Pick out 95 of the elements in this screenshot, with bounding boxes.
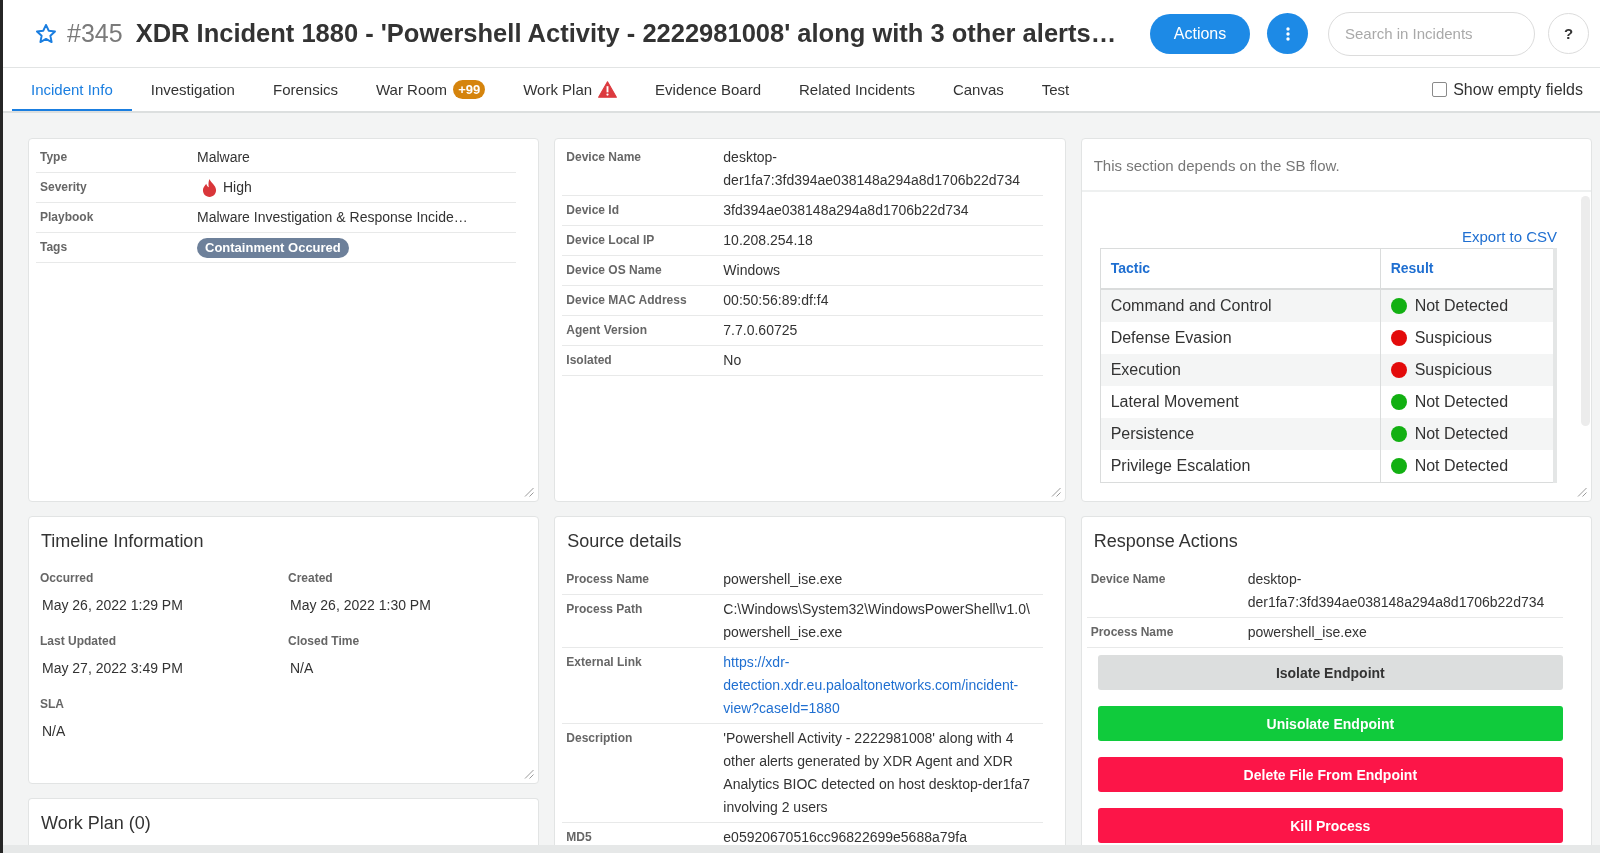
result-text: Not Detected <box>1414 296 1509 315</box>
field-value: 'Powershell Activity - 2222981008' along with 4 other alerts generated by XDR Agent and XDR Analytics BIOC detected on host desktop-der1fa7 involving 2 users <box>723 729 1031 817</box>
field-value: powershell_ise.exe <box>1247 623 1368 642</box>
more-button[interactable] <box>1267 13 1308 54</box>
result-text: Not Detected <box>1414 456 1509 475</box>
help-button[interactable]: ? <box>1548 13 1589 54</box>
tab[interactable]: Forensics <box>253 68 357 111</box>
field-value: 00:50:56:89:df:f4 <box>723 291 830 310</box>
table-cell: Defense Evasion <box>1100 321 1381 354</box>
field-value: 3fd394ae038148a294a8d1706b22d734 <box>723 201 970 220</box>
column-header[interactable]: Result <box>1380 248 1555 289</box>
field-value: C:\Windows\System32\WindowsPowerShell\v1.0\powershell_ise.exe <box>723 600 1031 642</box>
action-button[interactable]: Isolate Endpoint <box>1097 655 1563 690</box>
star-icon[interactable] <box>36 24 56 43</box>
export-csv-link[interactable]: Export to CSV <box>1461 228 1557 246</box>
severity-value: High <box>223 178 252 197</box>
field-value: powershell_ise.exe <box>723 570 844 589</box>
table-cell: Command and Control <box>1100 288 1381 322</box>
search-field[interactable]: Search in Incidents <box>1328 11 1535 56</box>
field-label: Process Path <box>566 601 644 618</box>
scrollbar[interactable] <box>1581 196 1590 426</box>
field-value: May 26, 2022 1:30 PM <box>289 596 432 615</box>
tab[interactable]: Test <box>1022 68 1089 111</box>
table-cell: Persistence <box>1100 417 1381 450</box>
tab[interactable]: Evidence Board <box>636 68 780 111</box>
field-value: e05920670516cc96822699e5688a79fa <box>723 828 968 845</box>
section-note: This section depends on the SB flow. <box>1093 157 1340 174</box>
actions-button[interactable]: Actions <box>1150 13 1250 54</box>
field-value: desktop-der1fa7:3fd394ae038148a294a8d1706b22d734 <box>1247 570 1546 612</box>
checkbox-label[interactable]: Show empty fields <box>1453 80 1583 99</box>
field-label: Device OS Name <box>566 262 663 279</box>
three-dots-icon <box>1285 26 1290 41</box>
field-label: Tags <box>40 239 69 256</box>
card-title: Response Actions <box>1092 530 1239 553</box>
tag: Containment Occured <box>197 237 349 258</box>
field-label: Device MAC Address <box>566 292 688 309</box>
resize-handle-icon[interactable] <box>1050 487 1061 497</box>
field-label: Closed Time <box>288 633 361 650</box>
action-button[interactable]: Kill Process <box>1097 808 1563 843</box>
tab[interactable]: Work Plan <box>504 68 637 111</box>
field-value: May 27, 2022 3:49 PM <box>41 659 184 678</box>
result-text: Not Detected <box>1414 424 1509 443</box>
resize-handle-icon[interactable] <box>524 769 535 779</box>
field-value: 10.208.254.18 <box>723 231 814 250</box>
incident-number: #345 <box>67 19 123 48</box>
card-title: Work Plan (0) <box>40 812 152 835</box>
field-label: Created <box>288 570 334 587</box>
field-label: Agent Version <box>566 322 648 339</box>
field-label: Playbook <box>40 209 95 226</box>
field-value: No <box>723 351 743 370</box>
field-label: External Link <box>566 654 643 671</box>
resize-handle-icon[interactable] <box>524 487 535 497</box>
field-label: SLA <box>40 696 65 713</box>
result-text: Suspicious <box>1414 360 1493 379</box>
field-label: Process Name <box>566 571 651 588</box>
tab[interactable]: Investigation <box>131 68 254 111</box>
field-label: Device Name <box>566 149 643 166</box>
count-badge: +99 <box>453 80 486 99</box>
field-value: N/A <box>289 659 315 678</box>
field-label: Process Name <box>1090 624 1175 641</box>
resize-handle-icon[interactable] <box>1577 487 1587 497</box>
field-label: Type <box>40 149 69 166</box>
field-label: Isolated <box>566 352 613 369</box>
field-value: Malware Investigation & Response Incide… <box>197 208 469 227</box>
tab[interactable]: Incident Info <box>12 68 132 111</box>
field-label: MD5 <box>566 829 593 845</box>
field-value: May 26, 2022 1:29 PM <box>41 596 184 615</box>
field-value: N/A <box>41 722 67 741</box>
field-value: 7.7.0.60725 <box>723 321 799 340</box>
field-label: Device Local IP <box>566 232 656 249</box>
table-cell: Privilege Escalation <box>1100 449 1381 482</box>
field-label: Device Id <box>566 202 621 219</box>
tab[interactable]: Related Incidents <box>780 68 934 111</box>
field-value: Windows <box>723 261 782 280</box>
field-label: Occurred <box>40 570 95 587</box>
tab[interactable]: War Room +99 <box>357 68 505 111</box>
table-cell: Execution <box>1100 353 1381 386</box>
checkbox[interactable] <box>1432 82 1448 97</box>
action-button[interactable]: Delete File From Endpoint <box>1097 757 1563 792</box>
tab[interactable]: Canvas <box>933 68 1023 111</box>
result-text: Suspicious <box>1414 328 1493 347</box>
field-value: desktop-der1fa7:3fd394ae038148a294a8d1706b22d734 <box>723 148 1021 190</box>
flame-icon <box>202 178 217 197</box>
card-title: Timeline Information <box>40 530 205 553</box>
result-text: Not Detected <box>1414 392 1509 411</box>
card-title: Source details <box>566 530 683 553</box>
field-value: Malware <box>197 148 251 167</box>
column-header[interactable]: Tactic <box>1100 248 1381 289</box>
external-link[interactable]: https://xdr-detection.xdr.eu.paloaltonetworks.com/incident-view?caseId=1880 <box>723 651 1043 720</box>
field-label: Description <box>566 730 634 747</box>
field-label: Last Updated <box>40 633 117 650</box>
field-label: Severity <box>40 179 88 196</box>
incident-title: XDR Incident 1880 - 'Powershell Activity - 2222981008' along with 3 other alerts… <box>135 19 1117 48</box>
field-label: Device Name <box>1090 571 1167 588</box>
table-cell: Lateral Movement <box>1100 385 1381 418</box>
